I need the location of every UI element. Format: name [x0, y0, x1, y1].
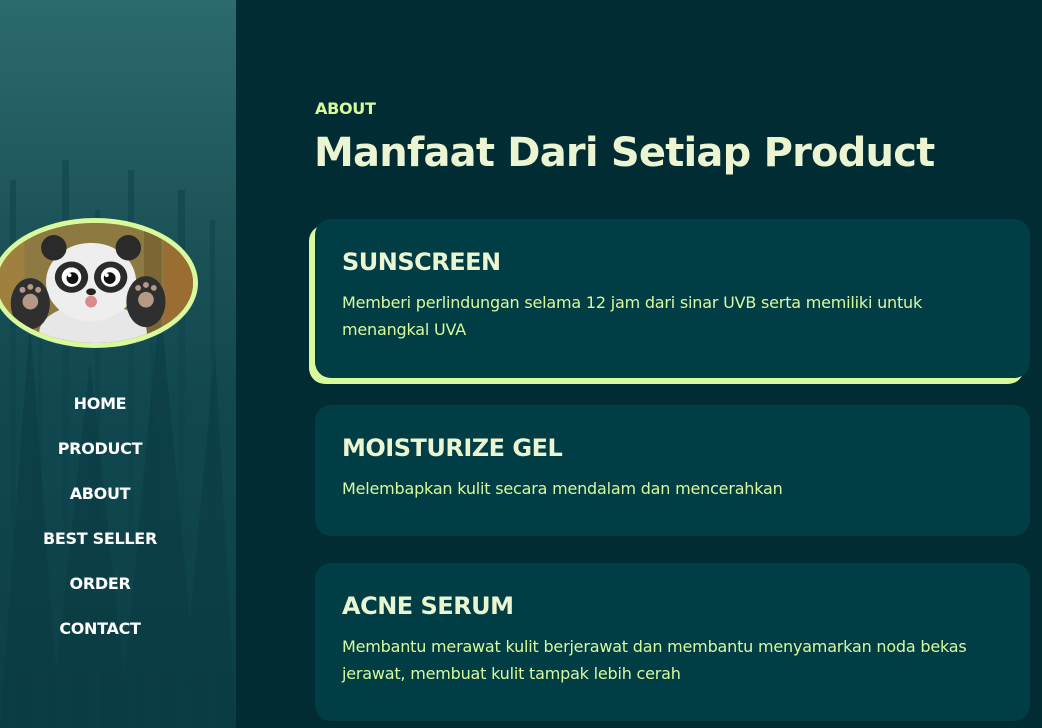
nav-item-product: PRODUCT — [0, 437, 200, 482]
product-card-moisturize-gel[interactable]: MOISTURIZE GEL Melembapkan kulit secara … — [315, 405, 1030, 536]
nav-link-order[interactable]: ORDER — [70, 572, 131, 617]
card-title: MOISTURIZE GEL — [342, 434, 563, 462]
card-description: Melembapkan kulit secara mendalam dan me… — [342, 479, 783, 498]
card-title: SUNSCREEN — [342, 248, 501, 276]
card-title: ACNE SERUM — [342, 592, 514, 620]
product-card-acne-serum[interactable]: ACNE SERUM Membantu merawat kulit berjer… — [315, 563, 1030, 721]
main-nav: HOME PRODUCT ABOUT BEST SELLER ORDER CON… — [0, 392, 200, 662]
nav-item-contact: CONTACT — [0, 617, 200, 662]
nav-item-home: HOME — [0, 392, 200, 437]
product-card-sunscreen[interactable]: SUNSCREEN Memberi perlindungan selama 12… — [315, 219, 1030, 378]
panda-avatar — [0, 218, 198, 348]
section-eyebrow: ABOUT — [315, 99, 376, 118]
card-description: Memberi perlindungan selama 12 jam dari … — [342, 293, 923, 339]
nav-item-best-seller: BEST SELLER — [0, 527, 200, 572]
nav-link-product[interactable]: PRODUCT — [58, 437, 143, 482]
main-content: ABOUT Manfaat Dari Setiap Product SUNSCR… — [236, 0, 1042, 728]
nav-item-order: ORDER — [0, 572, 200, 617]
card-description: Membantu merawat kulit berjerawat dan me… — [342, 637, 967, 683]
nav-link-best-seller[interactable]: BEST SELLER — [43, 527, 157, 572]
nav-item-about: ABOUT — [0, 482, 200, 527]
panda-icon — [0, 223, 193, 343]
sidebar: HOME PRODUCT ABOUT BEST SELLER ORDER CON… — [0, 0, 236, 728]
nav-link-contact[interactable]: CONTACT — [59, 617, 141, 662]
page: HOME PRODUCT ABOUT BEST SELLER ORDER CON… — [0, 0, 1042, 728]
nav-link-about[interactable]: ABOUT — [70, 482, 131, 527]
page-title: Manfaat Dari Setiap Product — [314, 130, 935, 176]
nav-link-home[interactable]: HOME — [74, 392, 127, 437]
